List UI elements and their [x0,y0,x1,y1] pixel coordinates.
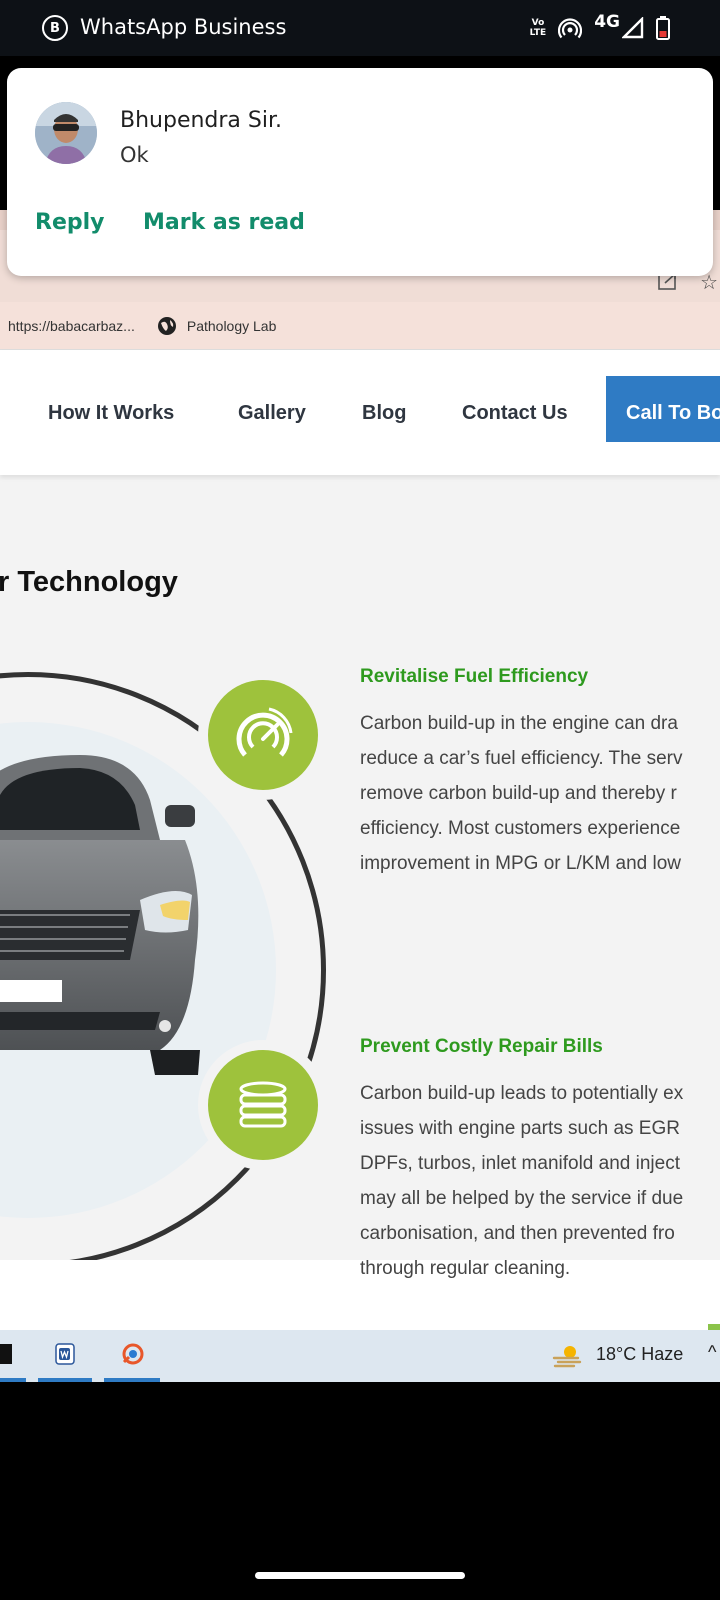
mark-as-read-button[interactable]: Mark as read [143,210,305,235]
chevron-up-icon[interactable]: ^ [708,1342,716,1363]
notification-message: Ok [120,143,149,167]
coins-icon [239,1081,287,1128]
bookmarks-bar: https://babacarbaz... Pathology Lab [0,302,720,350]
battery-icon [656,16,670,40]
feature-text-line: Carbon build-up in the engine can dra [360,713,678,734]
status-app-name: WhatsApp Business [80,15,287,39]
nav-contact-us[interactable]: Contact Us [462,402,568,425]
home-gesture-bar[interactable] [255,1572,465,1579]
notification-sender: Bhupendra Sir. [120,108,283,133]
site-navigation: How It Works Gallery Blog Contact Us Cal… [0,350,720,475]
remote-support-icon[interactable] [121,1342,145,1366]
feature-text-line: remove carbon build-up and thereby r [360,783,677,804]
status-icons: Vo LTE 4G [530,12,670,43]
bookmark-pathology-lab[interactable]: Pathology Lab [187,318,277,334]
feature-title: Prevent Costly Repair Bills [360,1036,603,1057]
car-image [0,755,200,1075]
phone-screen: B WhatsApp Business Vo LTE 4G ☆ https://… [0,0,720,1600]
weather-text: 18°C Haze [596,1344,684,1364]
reply-button[interactable]: Reply [35,210,105,235]
network-type-label: 4G [594,12,620,32]
nav-how-it-works[interactable]: How It Works [48,402,174,425]
avatar [35,102,97,164]
feature-text-line: Carbon build-up leads to potentially ex [360,1083,684,1104]
whatsapp-business-icon: B [42,15,68,41]
bookmark-url[interactable]: https://babacarbaz... [8,318,135,334]
signal-icon [622,17,644,39]
hotspot-icon [558,18,583,39]
terminal-icon[interactable] [0,1342,18,1366]
volte-label-bottom: LTE [529,28,547,38]
volte-icon: Vo LTE [530,18,547,38]
feature-text-line: reduce a car’s fuel efficiency. The serv [360,748,683,769]
call-to-book-button[interactable]: Call To Bo [606,376,720,442]
nav-gallery[interactable]: Gallery [238,402,306,425]
feature-text-line: through regular cleaning. [360,1258,571,1279]
nav-blog[interactable]: Blog [362,402,406,425]
status-bar: B WhatsApp Business Vo LTE 4G [0,0,720,56]
feature-text-line: efficiency. Most customers experience [360,818,681,839]
feature-text-line: may all be helped by the service if due [360,1188,684,1209]
feature-fuel-efficiency: Revitalise Fuel Efficiency Carbon build-… [360,666,720,881]
globe-icon [157,316,176,335]
feature-text-line: carbonisation, and then prevented fro [360,1223,675,1244]
weather-haze-icon [552,1346,582,1368]
section-title: r Technology [0,566,178,598]
feature-text-line: issues with engine parts such as EGR [360,1118,680,1139]
taskbar-active-indicator [38,1378,92,1382]
feature-repair-bills: Prevent Costly Repair Bills Carbon build… [360,1036,720,1286]
speedometer-icon [236,707,293,757]
screenshot-image: ☆ https://babacarbaz... Pathology Lab Ho… [0,210,720,1382]
taskbar-active-indicator [0,1378,26,1382]
word-icon[interactable] [53,1342,77,1366]
windows-taskbar: 18°C Haze ^ [0,1330,720,1382]
volte-label-top: Vo [531,18,545,28]
feature-title: Revitalise Fuel Efficiency [360,666,589,687]
taskbar-active-indicator [104,1378,160,1382]
feature-text-line: improvement in MPG or L/KM and low [360,853,682,874]
notification-card[interactable]: Bhupendra Sir. Ok Reply Mark as read [7,68,713,276]
speedometer-badge [208,680,318,790]
feature-text-line: DPFs, turbos, inlet manifold and inject [360,1153,680,1174]
coins-badge [208,1050,318,1160]
